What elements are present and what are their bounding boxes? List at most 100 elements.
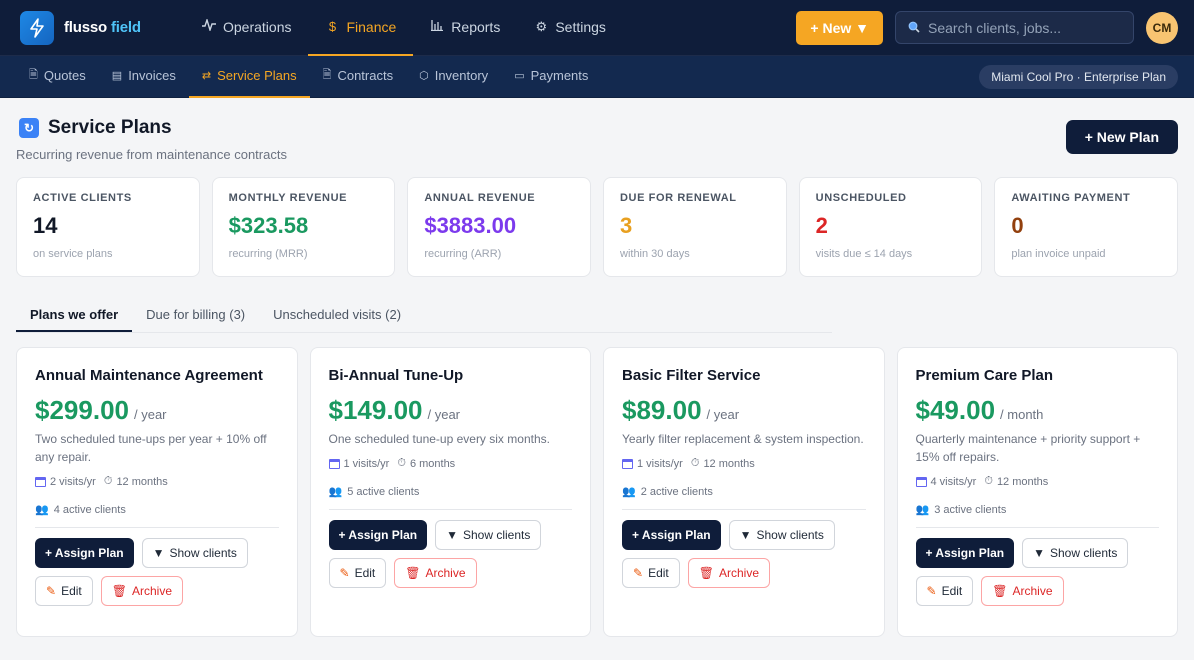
subnav-contracts-label: Contracts [337,68,394,83]
kpi-value: $3883.00 [424,213,517,238]
clock-icon: ⏱ [690,457,700,469]
brand-name: flusso field [64,19,141,36]
plan-meta: 4 visits/yr ⏱ 12 months [915,475,1160,488]
plan-name: Bi-Annual Tune-Up [328,367,464,384]
kpi-due-for-renewal: DUE FOR RENEWAL 3 within 30 days [603,177,787,277]
show-clients-button[interactable]: ▼ Show clients [1022,538,1129,568]
plan-clients: 👥 4 active clients [35,503,279,517]
edit-button[interactable]: ✎ Edit [622,558,680,588]
subnav-quotes[interactable]: 🗎 Quotes [16,56,99,98]
org-badge[interactable]: Miami Cool Pro · Enterprise Plan [979,64,1178,89]
clock-icon: ⏱ [103,475,113,487]
subnav-service-plans[interactable]: ⇄ Service Plans [188,56,310,98]
users-icon: 👥 [915,504,930,516]
show-clients-button[interactable]: ▼ Show clients [728,520,835,550]
kpi-row: ACTIVE CLIENTS 14 on service plans MONTH… [16,177,1178,277]
plan-term: 12 months [703,457,755,470]
show-clients-button[interactable]: ▼ Show clients [141,538,248,568]
trash-icon: 🗑 [405,566,421,580]
caret-down-icon: ▼ [1033,546,1045,560]
edit-label: Edit [354,566,376,580]
archive-label: Archive [718,566,759,580]
nav-finance[interactable]: $ Finance [308,0,414,56]
nav-reports[interactable]: Reports [413,0,517,56]
divider [622,509,866,510]
archive-button[interactable]: 🗑 Archive [100,576,183,606]
plan-card: Annual Maintenance Agreement $299.00 / y… [16,347,298,637]
new-dropdown-button[interactable]: + New ▼ [796,10,883,45]
plan-visits: 1 visits/yr [637,457,683,470]
trash-icon: 🗑 [111,584,127,598]
trash-icon: 🗑 [992,584,1008,598]
subnav-invoices[interactable]: ▤ Invoices [99,56,189,98]
contract-icon: 🗎 [322,69,332,81]
plan-description: One scheduled tune-up every six months. [328,432,550,446]
subnav-payments[interactable]: ▭ Payments [501,56,601,98]
pulse-icon [202,17,216,34]
kpi-monthly-revenue: MONTHLY REVENUE $323.58 recurring (MRR) [211,177,396,277]
caret-down-icon: ▼ [739,528,752,542]
lightning-icon [20,10,54,45]
plan-amount: $89.00 [622,395,702,425]
top-bar: flusso field Operations $ Finance Report… [0,0,1194,56]
tab-due-for-billing[interactable]: Due for billing (3) [132,298,259,332]
box-icon: ⬡ [419,70,429,82]
nav-settings[interactable]: ⚙ Settings [517,0,623,56]
nav-operations[interactable]: Operations [185,0,308,56]
plan-price: $89.00 / year [622,395,866,426]
subnav-contracts[interactable]: 🗎 Contracts [310,56,407,98]
kpi-unscheduled: UNSCHEDULED 2 visits due ≤ 14 days [798,177,983,277]
subnav-inventory[interactable]: ⬡ Inventory [406,56,501,98]
plan-name: Annual Maintenance Agreement [35,367,263,384]
search-input[interactable]: Search clients, jobs... [895,11,1134,44]
dollar-icon: $ [328,19,337,34]
subnav-inventory-label: Inventory [434,68,489,83]
archive-label: Archive [131,584,172,598]
archive-button[interactable]: 🗑 Archive [687,558,770,588]
kpi-sub: plan invoice unpaid [1011,248,1106,260]
edit-button[interactable]: ✎ Edit [915,576,974,606]
subnav-quotes-label: Quotes [43,68,86,83]
new-plan-button[interactable]: + New Plan [1065,120,1178,154]
page-header: ↻ Service Plans Recurring revenue from m… [16,98,1178,177]
nav-finance-label: Finance [346,18,397,35]
kpi-annual-revenue: ANNUAL REVENUE $3883.00 recurring (ARR) [407,177,591,277]
edit-button[interactable]: ✎ Edit [328,558,387,588]
kpi-sub: within 30 days [620,248,690,260]
calendar-icon [915,476,927,487]
plan-meta: 2 visits/yr ⏱ 12 months [35,475,279,488]
kpi-value: 2 [815,213,828,238]
tab-plans-we-offer[interactable]: Plans we offer [16,298,133,332]
plan-amount: $149.00 [328,395,423,425]
edit-label: Edit [648,566,669,580]
divider [915,527,1159,528]
plan-clients-count: 5 active clients [347,485,420,498]
pencil-icon: ✎ [339,566,350,580]
avatar[interactable]: CM [1146,11,1178,44]
kpi-label: UNSCHEDULED [815,192,907,204]
tab-unscheduled-visits[interactable]: Unscheduled visits (2) [259,298,415,332]
pencil-icon: ✎ [46,584,57,598]
show-clients-button[interactable]: ▼ Show clients [435,520,542,550]
kpi-label: AWAITING PAYMENT [1011,192,1131,204]
archive-button[interactable]: 🗑 Archive [981,576,1064,606]
brand-logo[interactable]: flusso field [20,10,185,45]
plan-clients: 👥 5 active clients [329,485,573,499]
kpi-sub: recurring (MRR) [228,248,308,260]
assign-plan-button[interactable]: + Assign Plan [35,538,134,568]
plan-period: / year [133,407,167,422]
card-icon: ▭ [514,70,525,82]
assign-plan-button[interactable]: + Assign Plan [915,538,1015,568]
pencil-icon: ✎ [633,566,644,580]
trash-icon: 🗑 [698,566,714,580]
plan-term: 12 months [116,475,168,488]
plan-visits: 4 visits/yr [930,475,977,488]
edit-button[interactable]: ✎ Edit [35,576,93,606]
assign-plan-button[interactable]: + Assign Plan [328,520,428,550]
nav-reports-label: Reports [451,18,501,35]
show-clients-label: Show clients [169,546,237,560]
assign-plan-button[interactable]: + Assign Plan [622,520,721,550]
plan-period: / year [427,407,460,422]
kpi-label: MONTHLY REVENUE [228,192,348,204]
archive-button[interactable]: 🗑 Archive [394,558,477,588]
